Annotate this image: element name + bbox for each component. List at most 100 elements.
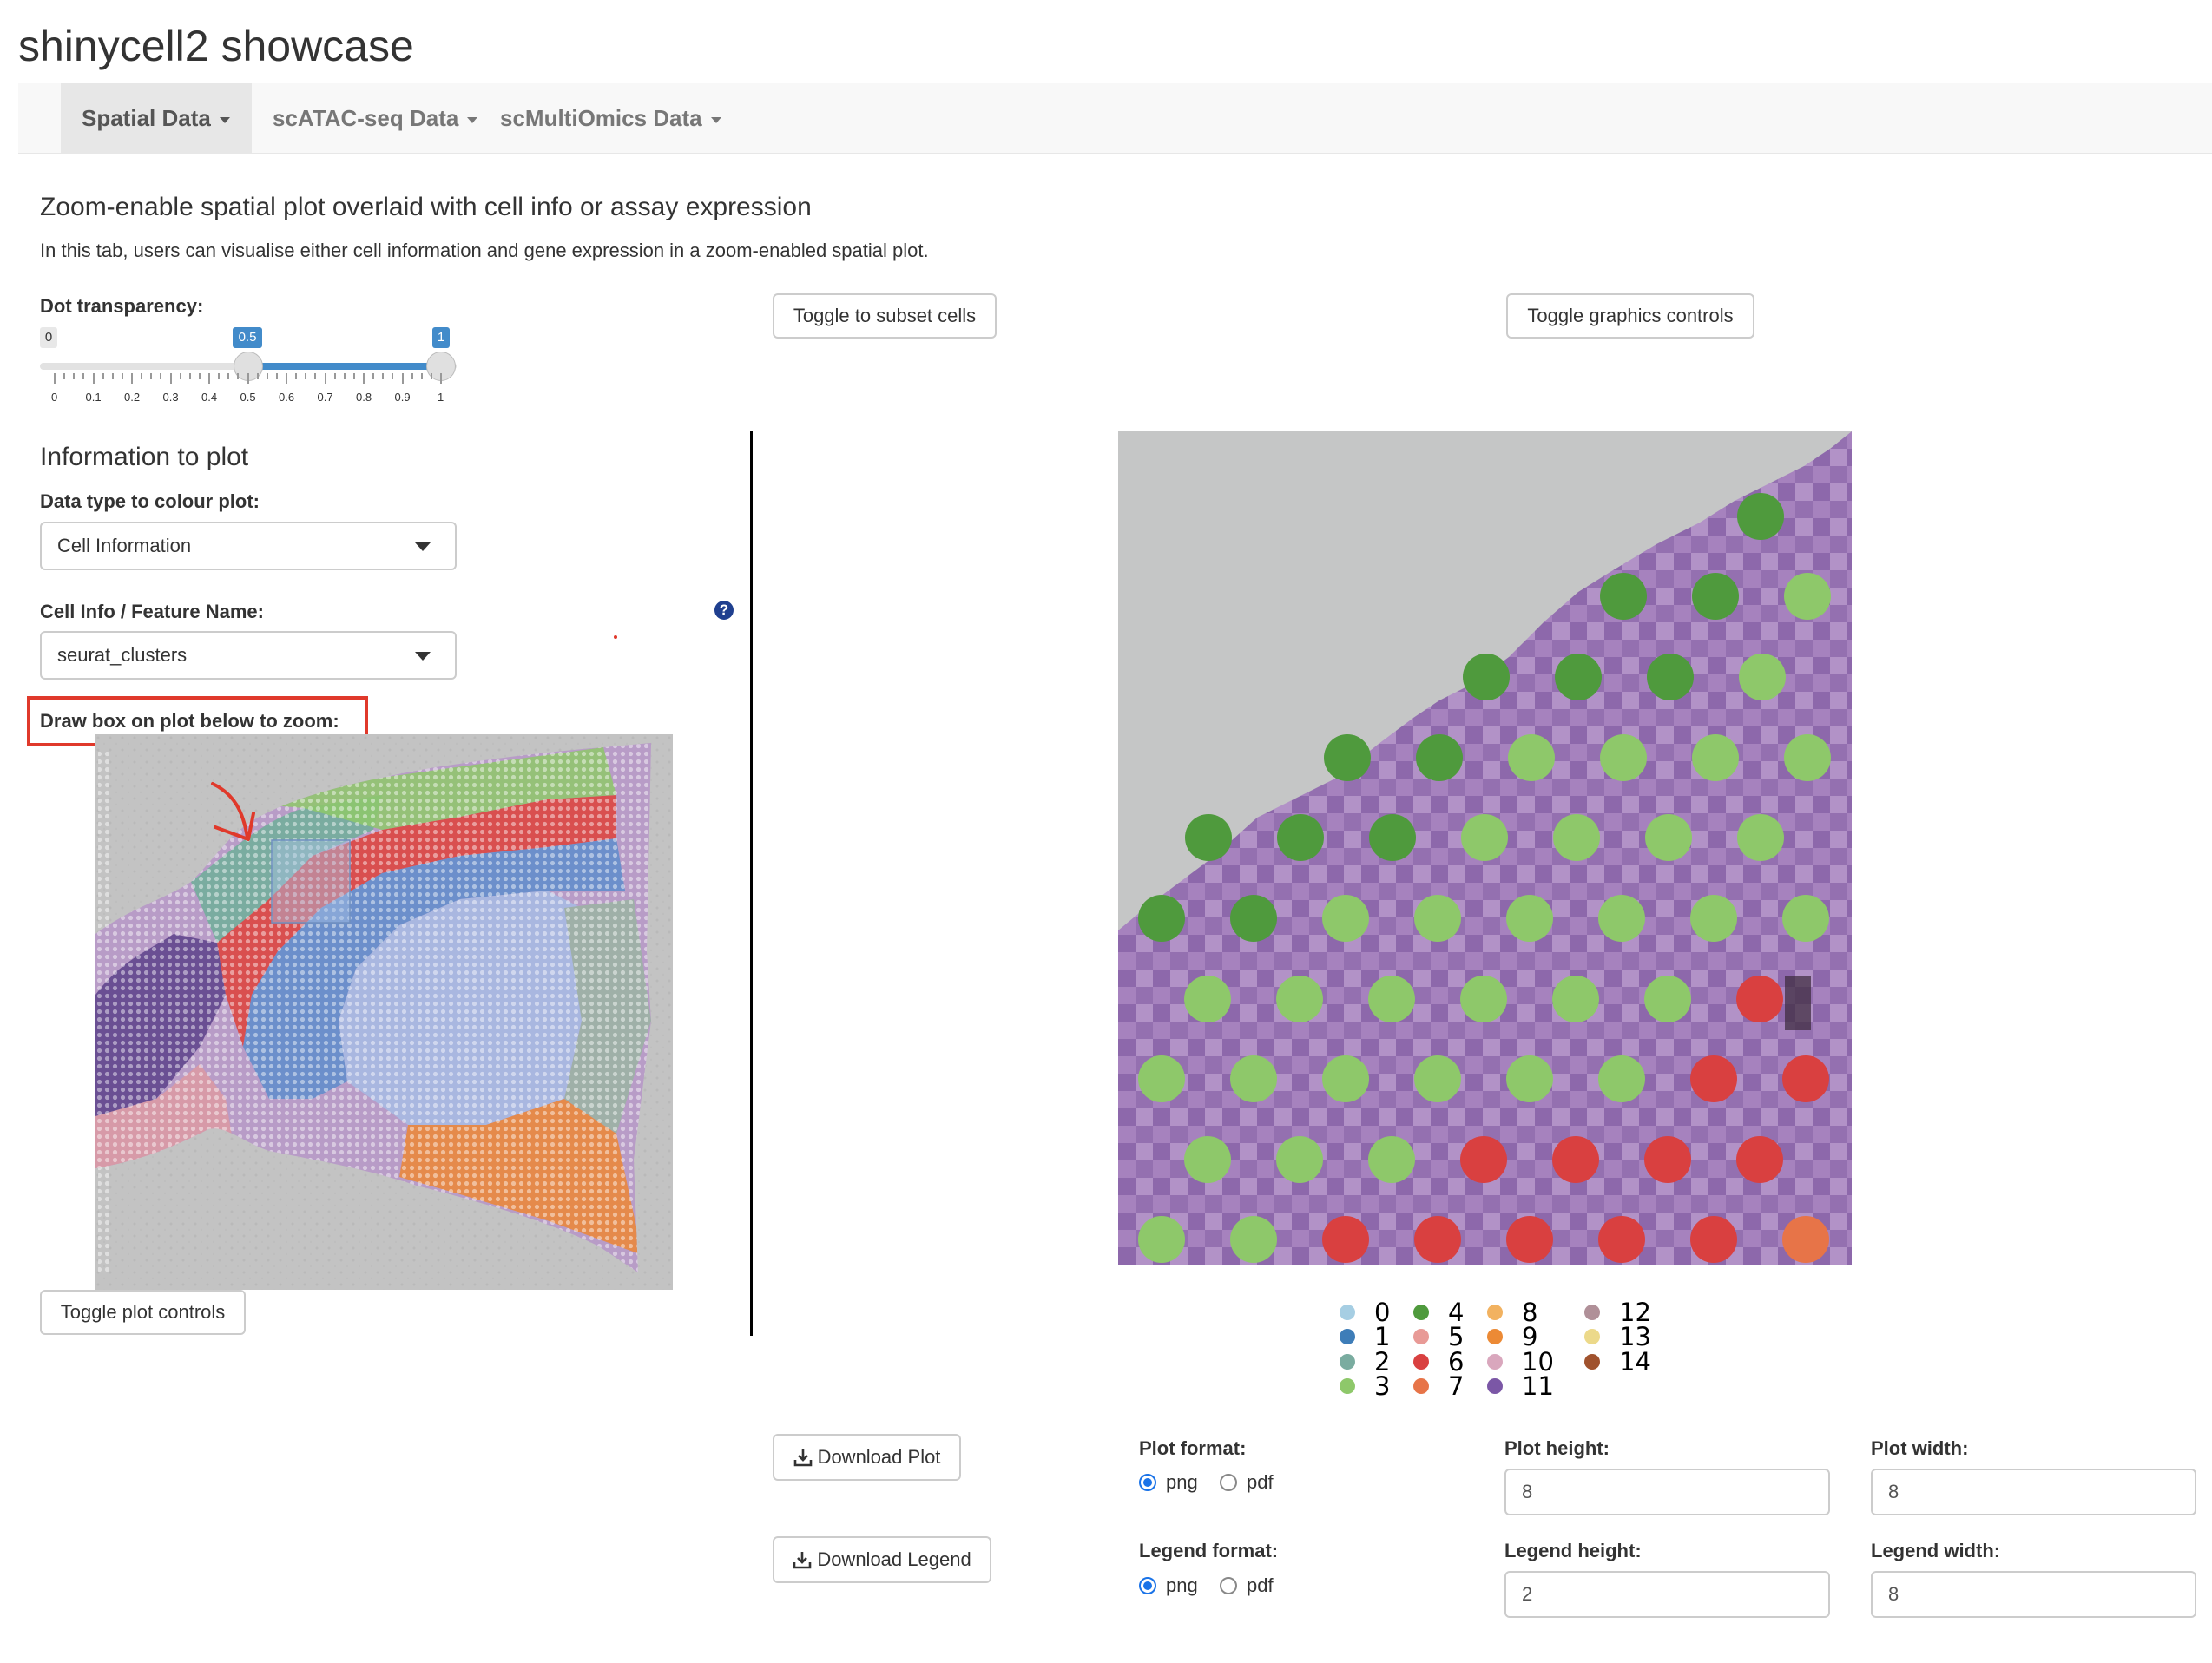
chevron-down-icon: [467, 116, 478, 123]
slider-major-tick: [286, 373, 287, 384]
download-legend-button[interactable]: Download Legend: [773, 1536, 991, 1583]
slider-low-badge: 0.5: [233, 327, 262, 348]
legend-swatch: [1340, 1305, 1355, 1320]
feature-name-select[interactable]: seurat_clusters: [40, 631, 457, 680]
legend-label: 9: [1522, 1322, 1538, 1351]
spot-cluster-3: [1276, 1136, 1323, 1183]
toggle-subset-cells-button[interactable]: Toggle to subset cells: [773, 293, 997, 339]
spot-cluster-3: [1460, 976, 1507, 1022]
tab-scmultiomics-data-label: scMultiOmics Data: [500, 105, 702, 131]
legend-label: 1: [1374, 1322, 1391, 1351]
tab-scatac-seq-data[interactable]: scATAC-seq Data: [252, 83, 479, 153]
spot-cluster-3: [1184, 1136, 1231, 1183]
plot-height-input[interactable]: 8: [1504, 1469, 1830, 1515]
spot-cluster-3: [1737, 814, 1784, 861]
spot-cluster-6: [1736, 976, 1783, 1022]
dropdown-arrow-icon: [415, 542, 431, 551]
legend-swatch: [1487, 1329, 1503, 1344]
legend-swatch: [1340, 1329, 1355, 1344]
slider-minor-tick: [352, 373, 355, 379]
feature-name-label: Cell Info / Feature Name:: [40, 601, 264, 622]
legend-height-input[interactable]: 2: [1504, 1571, 1830, 1618]
plot-height-label: Plot height:: [1504, 1437, 1610, 1459]
legend-swatch: [1340, 1378, 1355, 1394]
spot-cluster-3: [1645, 814, 1692, 861]
spot-cluster-3: [1322, 895, 1369, 942]
data-type-select[interactable]: Cell Information: [40, 522, 457, 570]
slider-min-badge: 0: [40, 327, 57, 348]
slider-tick-label: 0.5: [240, 391, 256, 404]
spot-cluster-3: [1784, 573, 1831, 620]
spot-cluster-3: [1461, 814, 1508, 861]
spot-cluster-6: [1460, 1136, 1507, 1183]
spot-cluster-3: [1414, 1055, 1461, 1102]
spot-cluster-3: [1368, 976, 1415, 1022]
slider-minor-tick: [295, 373, 298, 379]
chevron-down-icon: [219, 116, 230, 123]
tab-scmultiomics-data[interactable]: scMultiOmics Data: [479, 83, 731, 153]
spot-cluster-3: [1506, 1055, 1553, 1102]
plot-width-input[interactable]: 8: [1871, 1469, 2196, 1515]
plot-format-label: Plot format:: [1139, 1437, 1247, 1459]
spot-cluster-6: [1644, 1136, 1691, 1183]
plot-format-pdf-radio[interactable]: [1220, 1474, 1237, 1491]
slider-major-tick: [208, 373, 210, 384]
zoomed-spatial-plot[interactable]: [1118, 431, 1852, 1265]
slider-range-fill: [247, 363, 441, 370]
legend-swatch: [1487, 1378, 1503, 1394]
legend-swatch: [1413, 1329, 1429, 1344]
spot-cluster-3: [1598, 895, 1645, 942]
tab-spatial-data-label: Spatial Data: [82, 105, 211, 131]
slider-major-tick: [324, 373, 326, 384]
spot-cluster-6: [1598, 1216, 1645, 1263]
dropdown-arrow-icon: [415, 652, 431, 661]
dot-transparency-label: Dot transparency:: [40, 295, 204, 317]
toggle-plot-controls-button[interactable]: Toggle plot controls: [40, 1290, 246, 1335]
download-legend-label: Download Legend: [817, 1548, 971, 1570]
legend-format-pdf-radio[interactable]: [1220, 1577, 1237, 1594]
overview-spatial-plot[interactable]: [95, 734, 673, 1290]
spot-cluster-3: [1600, 734, 1647, 781]
tab-scatac-seq-data-label: scATAC-seq Data: [273, 105, 459, 131]
plot-format-png-radio[interactable]: [1139, 1474, 1156, 1491]
slider-minor-tick: [160, 373, 162, 379]
spot-cluster-6: [1690, 1055, 1737, 1102]
spot-cluster-3: [1230, 1216, 1277, 1263]
zoom-selection-box[interactable]: [271, 839, 351, 924]
legend-format-png-radio[interactable]: [1139, 1577, 1156, 1594]
slider-minor-tick: [275, 373, 278, 379]
legend-swatch: [1487, 1354, 1503, 1370]
navbar: Spatial Data scATAC-seq Data scMultiOmic…: [18, 83, 2212, 154]
spot-cluster-3: [1644, 976, 1691, 1022]
spot-cluster-3: [1552, 976, 1599, 1022]
legend-width-input[interactable]: 8: [1871, 1571, 2196, 1618]
spot-cluster-4: [1369, 814, 1416, 861]
slider-major-tick: [169, 373, 172, 384]
spot-cluster-3: [1598, 1055, 1645, 1102]
legend-format-png-label: png: [1166, 1574, 1198, 1596]
page-heading: Zoom-enable spatial plot overlaid with c…: [40, 193, 812, 221]
spot-cluster-4: [1555, 654, 1602, 700]
spot-cluster-6: [1322, 1216, 1369, 1263]
spot-cluster-4: [1416, 734, 1463, 781]
slider-major-tick: [131, 373, 133, 384]
toggle-graphics-controls-button[interactable]: Toggle graphics controls: [1506, 293, 1754, 339]
spot-cluster-3: [1508, 734, 1555, 781]
spot-cluster-6: [1690, 1216, 1737, 1263]
spot-cluster-6: [1782, 1055, 1829, 1102]
slider-major-tick: [54, 373, 56, 384]
help-icon[interactable]: ?: [714, 601, 734, 620]
slider-minor-tick: [63, 373, 66, 379]
legend-label: 3: [1374, 1371, 1391, 1401]
spot-cluster-4: [1692, 573, 1739, 620]
slider-major-tick: [247, 373, 249, 384]
slider-minor-tick: [198, 373, 201, 379]
tab-spatial-data[interactable]: Spatial Data: [61, 83, 252, 153]
spot-cluster-3: [1368, 1136, 1415, 1183]
plot-format-pdf-label: pdf: [1247, 1471, 1274, 1493]
legend-format-label: Legend format:: [1139, 1540, 1279, 1561]
slider-major-tick: [401, 373, 404, 384]
panel-divider: [750, 431, 753, 1336]
download-plot-button[interactable]: Download Plot: [773, 1434, 961, 1481]
spot-cluster-4: [1138, 895, 1185, 942]
